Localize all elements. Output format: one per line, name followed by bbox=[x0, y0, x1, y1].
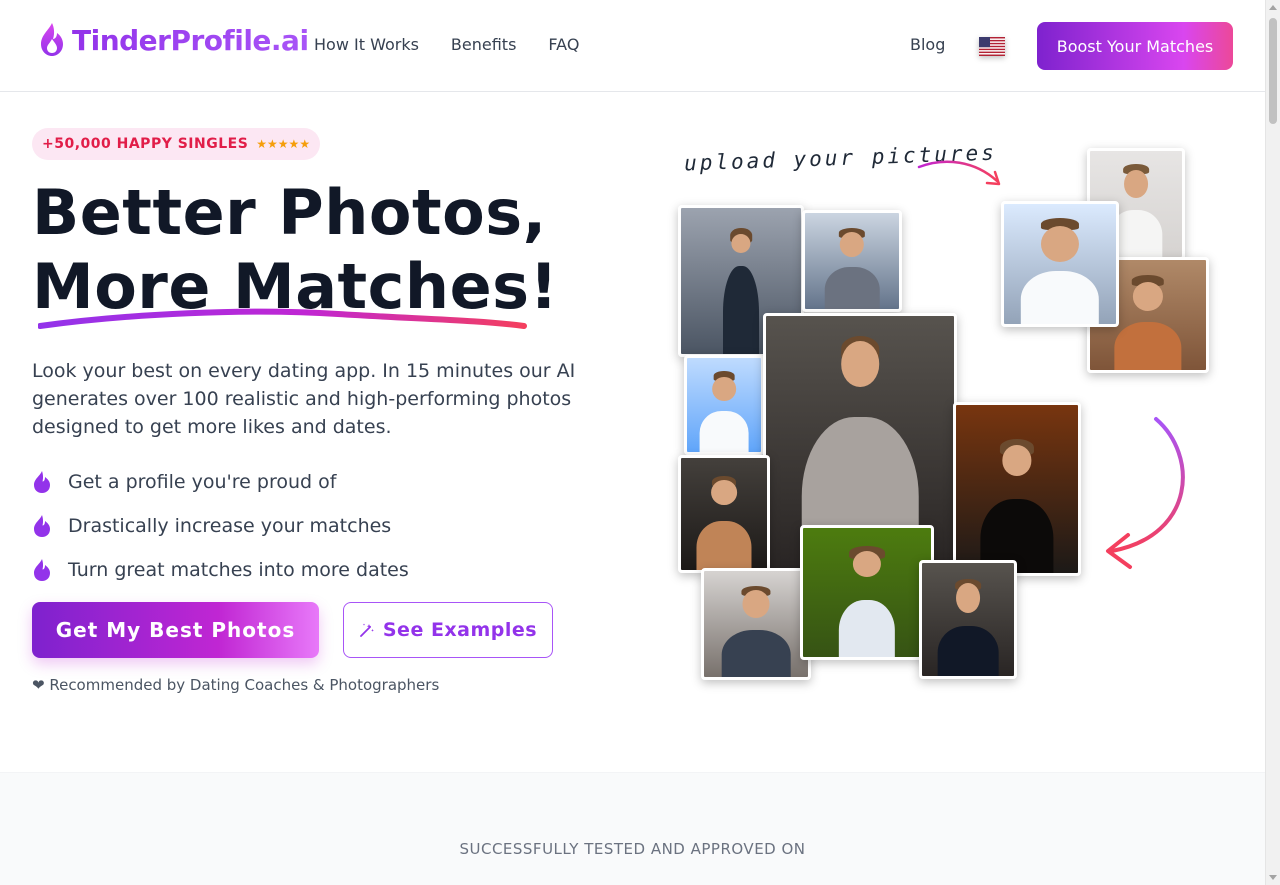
page-scrollbar[interactable] bbox=[1265, 0, 1280, 885]
nav-faq[interactable]: FAQ bbox=[548, 35, 579, 54]
site-header: TinderProfile.ai How It Works Benefits F… bbox=[0, 0, 1265, 92]
benefit-text: Get a profile you're proud of bbox=[68, 471, 337, 493]
generated-photo bbox=[678, 455, 770, 573]
trust-title: SUCCESSFULLY TESTED AND APPROVED ON bbox=[459, 840, 806, 858]
get-best-photos-button[interactable]: Get My Best Photos bbox=[32, 602, 319, 658]
nav-benefits[interactable]: Benefits bbox=[451, 35, 517, 54]
brand-name: TinderProfile.ai bbox=[72, 23, 309, 57]
benefit-text: Turn great matches into more dates bbox=[68, 559, 409, 581]
generated-photo bbox=[684, 355, 764, 455]
benefit-item: Drastically increase your matches bbox=[32, 504, 409, 548]
recommended-note: ❤ Recommended by Dating Coaches & Photog… bbox=[32, 676, 440, 694]
upload-photo bbox=[1001, 201, 1119, 327]
generated-photo bbox=[800, 525, 934, 660]
benefit-item: Turn great matches into more dates bbox=[32, 548, 409, 592]
flame-logo-icon bbox=[41, 23, 63, 56]
arrow-right-icon bbox=[917, 160, 1001, 186]
benefit-list: Get a profile you're proud of Drasticall… bbox=[32, 460, 409, 592]
arrow-curved-down-icon bbox=[1106, 417, 1185, 569]
logo[interactable]: TinderProfile.ai bbox=[38, 22, 309, 58]
scrollbar-thumb[interactable] bbox=[1269, 18, 1277, 124]
see-examples-button[interactable]: See Examples bbox=[343, 602, 553, 658]
boost-matches-button[interactable]: Boost Your Matches bbox=[1037, 22, 1233, 70]
generated-photo bbox=[802, 210, 902, 312]
headline-line-2-wrap: More Matches! bbox=[32, 250, 559, 329]
generated-photo bbox=[919, 560, 1017, 679]
badge-text: +50,000 HAPPY SINGLES bbox=[42, 136, 249, 152]
social-proof-badge: +50,000 HAPPY SINGLES ★★★★★ bbox=[32, 128, 321, 160]
trust-section: SUCCESSFULLY TESTED AND APPROVED ON bbox=[0, 772, 1265, 885]
scroll-down-icon[interactable] bbox=[1269, 875, 1277, 880]
benefit-item: Get a profile you're proud of bbox=[32, 460, 409, 504]
star-rating-icon: ★★★★★ bbox=[256, 137, 311, 151]
generated-photo bbox=[701, 568, 811, 680]
headline-line-2: More Matches! bbox=[32, 250, 559, 323]
scroll-up-icon[interactable] bbox=[1269, 5, 1277, 10]
main-nav: How It Works Benefits FAQ bbox=[314, 35, 579, 54]
flame-icon bbox=[32, 470, 54, 494]
nav-blog[interactable]: Blog bbox=[910, 35, 945, 54]
magic-wand-icon bbox=[359, 623, 374, 637]
see-examples-label: See Examples bbox=[382, 619, 538, 641]
headline-line-1: Better Photos, bbox=[32, 176, 547, 249]
flame-icon bbox=[32, 558, 54, 582]
benefit-text: Drastically increase your matches bbox=[68, 515, 392, 537]
us-flag-icon[interactable] bbox=[979, 37, 1005, 56]
nav-how-it-works[interactable]: How It Works bbox=[314, 35, 419, 54]
flame-icon bbox=[32, 514, 54, 538]
hero-description: Look your best on every dating app. In 1… bbox=[32, 360, 576, 438]
generated-photo bbox=[953, 402, 1081, 576]
hero-headline: Better Photos, More Matches! bbox=[32, 176, 559, 329]
